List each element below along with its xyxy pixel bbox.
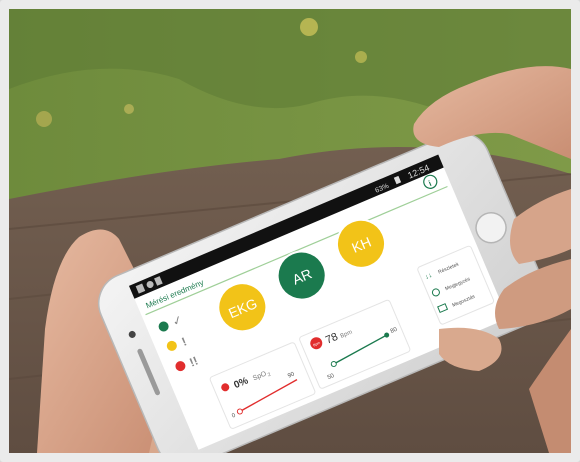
photo-scene: 63% 12:54 Mérési eredmény i ✓ ! !! EKG A… [9, 9, 571, 453]
photo: 63% 12:54 Mérési eredmény i ✓ ! !! EKG A… [9, 9, 571, 453]
photo-frame: 63% 12:54 Mérési eredmény i ✓ ! !! EKG A… [0, 0, 580, 462]
